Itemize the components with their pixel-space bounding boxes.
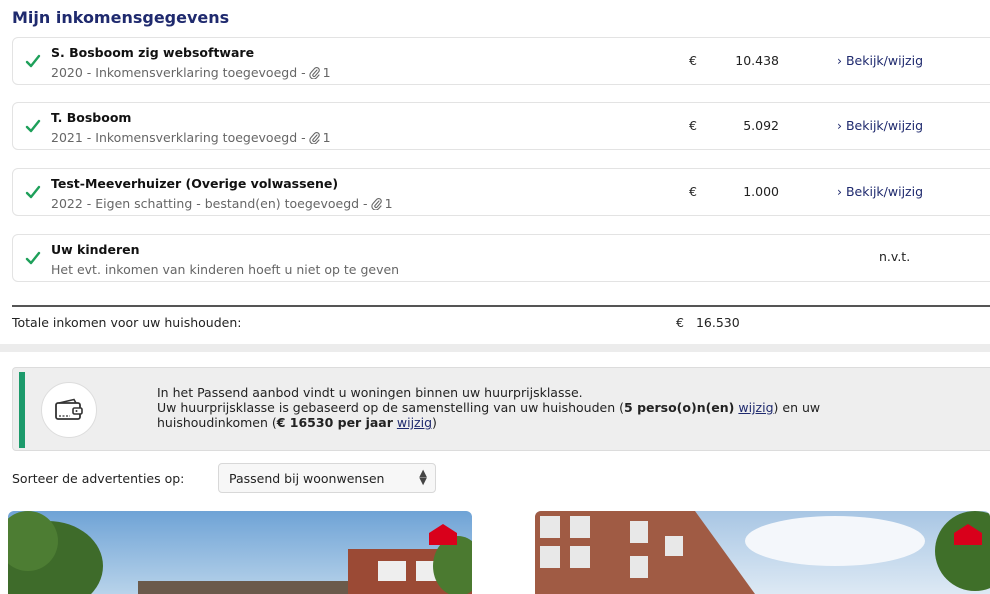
paperclip-icon: [370, 198, 382, 210]
checkmark-icon: [25, 54, 41, 68]
total-income-amount: €16.530: [676, 315, 740, 330]
paperclip-icon: [308, 67, 320, 79]
checkmark-icon: [25, 185, 41, 199]
sort-select[interactable]: Passend bij woonwensen ▲ ▼: [218, 463, 436, 493]
income-name: T. Bosboom: [51, 110, 132, 125]
view-edit-link[interactable]: › Bekijk/wijzig: [837, 53, 923, 68]
view-edit-link[interactable]: › Bekijk/wijzig: [837, 118, 923, 133]
info-text: In het Passend aanbod vindt u woningen b…: [157, 385, 957, 430]
listing-photo[interactable]: [535, 511, 990, 594]
income-name: S. Bosboom zig websoftware: [51, 45, 255, 60]
sort-selected-value: Passend bij woonwensen: [229, 471, 385, 486]
income-name: Test-Meeverhuizer (Overige volwassene): [51, 176, 339, 191]
house-badge-icon: [954, 524, 982, 545]
checkmark-icon: [25, 119, 41, 133]
page-title: Mijn inkomensgegevens: [12, 8, 230, 27]
income-card: Test-Meeverhuizer (Overige volwassene) 2…: [12, 168, 990, 216]
info-line: huishoudinkomen (€ 16530 per jaar wijzig…: [157, 415, 437, 430]
income-amount: €5.092: [689, 118, 779, 133]
income-card: T. Bosboom 2021 - Inkomensverklaring toe…: [12, 102, 990, 150]
wallet-icon: [55, 398, 83, 420]
income-subtitle: Het evt. inkomen van kinderen hoeft u ni…: [51, 262, 400, 277]
paperclip-icon: [308, 132, 320, 144]
view-edit-link[interactable]: › Bekijk/wijzig: [837, 184, 923, 199]
info-accent-bar: [19, 372, 25, 448]
listing-image: [535, 511, 990, 594]
income-amount: €1.000: [689, 184, 779, 199]
income-card: S. Bosboom zig websoftware 2020 - Inkome…: [12, 37, 990, 85]
info-notice: In het Passend aanbod vindt u woningen b…: [12, 367, 990, 451]
income-card: Uw kinderen Het evt. inkomen van kindere…: [12, 234, 990, 282]
info-line: In het Passend aanbod vindt u woningen b…: [157, 385, 583, 400]
income-subtitle: 2020 - Inkomensverklaring toegevoegd -1: [51, 65, 331, 80]
edit-household-link[interactable]: wijzig: [738, 400, 773, 415]
listing-image: [8, 511, 472, 594]
income-subtitle: 2021 - Inkomensverklaring toegevoegd -1: [51, 130, 331, 145]
not-applicable-label: n.v.t.: [879, 249, 911, 264]
edit-income-link[interactable]: wijzig: [397, 415, 432, 430]
house-badge-icon: [429, 524, 457, 545]
info-line: Uw huurprijsklasse is gebaseerd op de sa…: [157, 400, 821, 415]
income-name: Uw kinderen: [51, 242, 140, 257]
divider: [12, 305, 990, 307]
checkmark-icon: [25, 251, 41, 265]
wallet-icon-badge: [41, 382, 97, 438]
total-income-label: Totale inkomen voor uw huishouden:: [12, 315, 242, 330]
sort-label: Sorteer de advertenties op:: [12, 471, 185, 486]
income-subtitle: 2022 - Eigen schatting - bestand(en) toe…: [51, 196, 393, 211]
income-amount: €10.438: [689, 53, 779, 68]
select-arrows-icon: ▲ ▼: [419, 468, 427, 487]
listing-photo[interactable]: [8, 511, 472, 594]
section-separator: [0, 344, 990, 352]
